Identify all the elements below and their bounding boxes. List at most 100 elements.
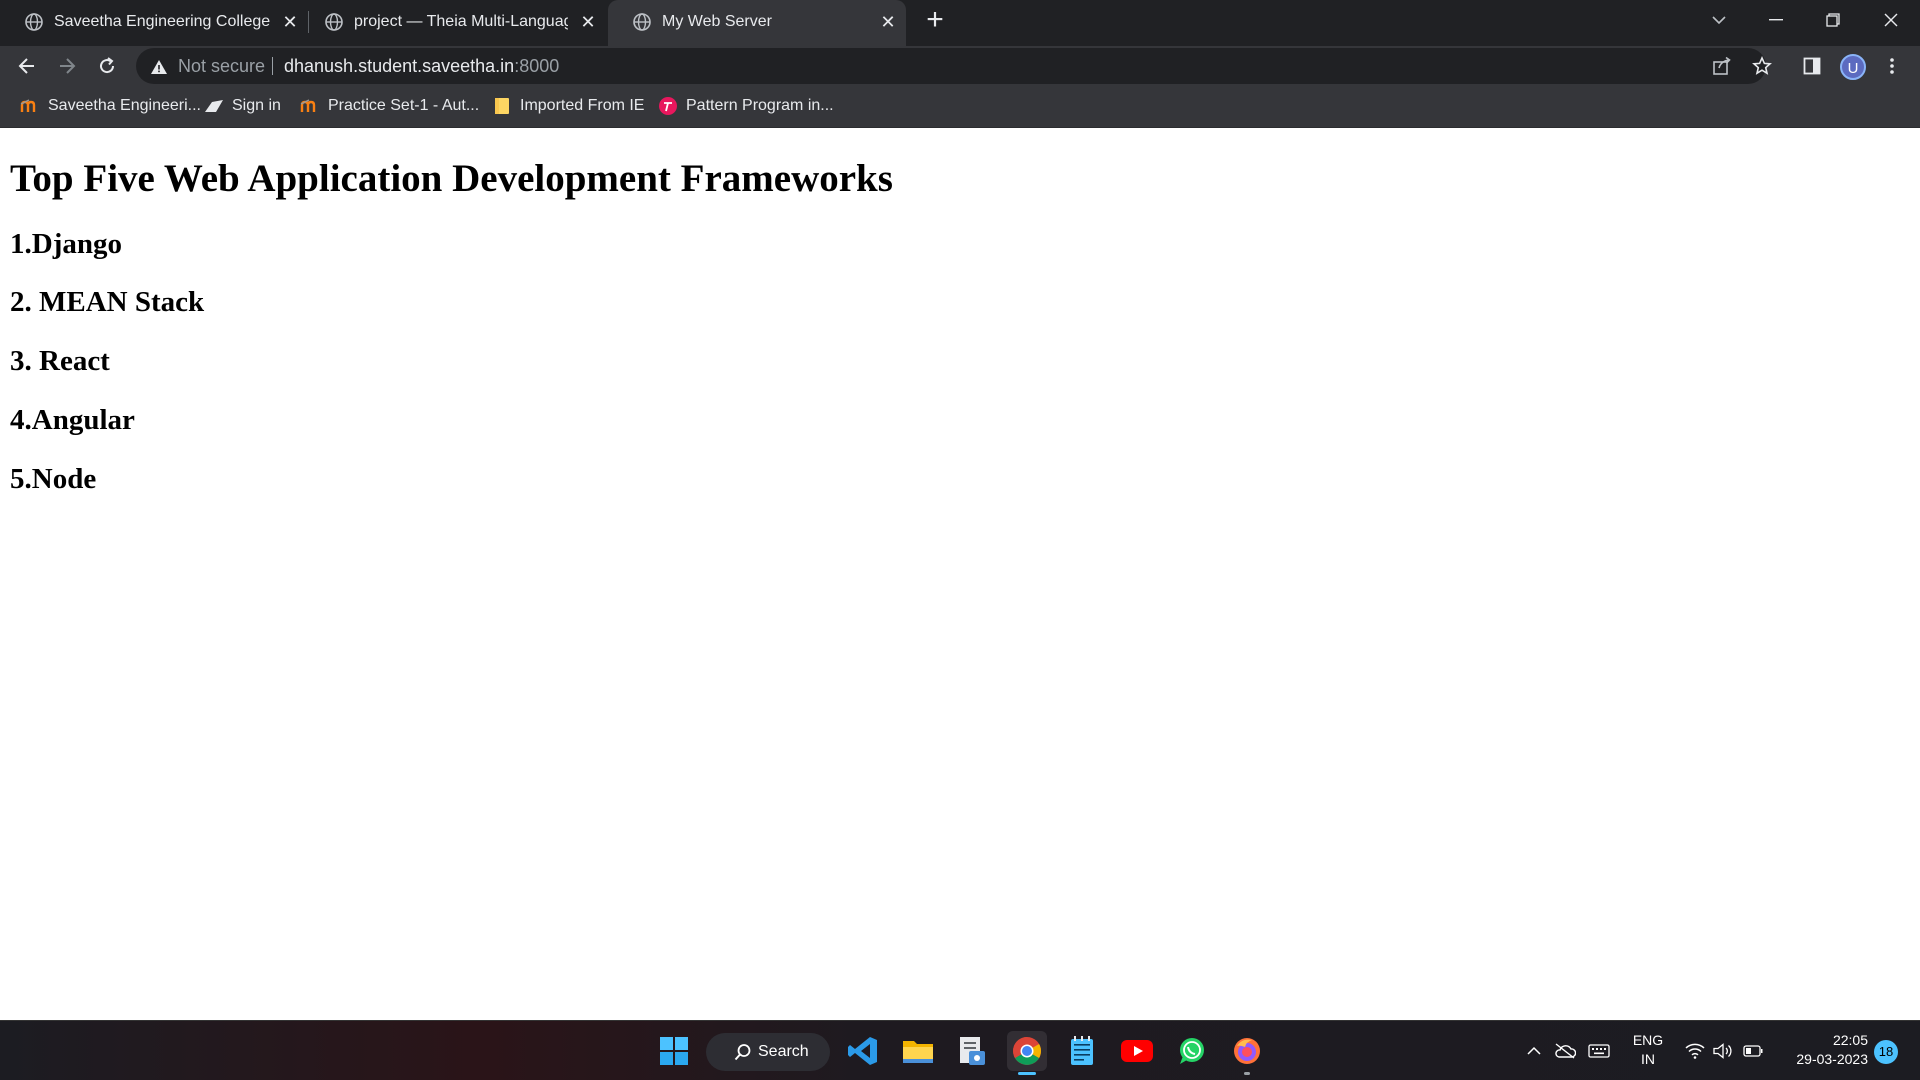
sign-in-icon [204, 96, 224, 116]
bookmark-practice-set[interactable]: Practice Set-1 - Aut... [300, 86, 479, 126]
web-page: Top Five Web Application Development Fra… [0, 128, 1920, 1020]
tab-close-icon[interactable]: ✕ [876, 10, 900, 34]
speaker-icon [1713, 1043, 1732, 1059]
minimize-button[interactable] [1747, 0, 1805, 40]
forward-button[interactable] [51, 50, 83, 82]
clock-time: 22:05 [1832, 1032, 1868, 1048]
globe-icon [25, 13, 43, 31]
framework-item: 4.Angular [10, 404, 135, 436]
firefox-icon [1234, 1038, 1260, 1064]
framework-item: 2. MEAN Stack [10, 286, 205, 318]
tab-title: Saveetha Engineering College [54, 13, 271, 30]
onedrive-status[interactable] [1552, 1021, 1578, 1080]
arrow-right-icon [60, 58, 76, 74]
reload-icon [100, 57, 115, 74]
framework-item: 3. React [10, 345, 110, 377]
bookmark-pattern-program[interactable]: Pattern Program in... [658, 86, 834, 126]
restore-button[interactable] [1804, 0, 1862, 40]
bookmark-label: Imported From IE [520, 97, 645, 114]
arrow-left-icon [18, 58, 34, 74]
share-button[interactable] [1706, 50, 1738, 82]
bookmark-saveetha[interactable]: Saveetha Engineeri... [20, 86, 201, 126]
moodle-icon [300, 96, 320, 116]
address-divider [272, 57, 273, 75]
framework-item: 5.Node [10, 463, 97, 495]
taskbar: Search ENG IN 22:05 29-03-2023 [0, 1020, 1920, 1080]
moodle-icon [20, 96, 40, 116]
bookmarks-bar: Saveetha Engineeri... Sign in Practice S… [0, 86, 1920, 128]
language-code: ENG [1632, 1032, 1664, 1048]
battery-icon [1743, 1045, 1763, 1057]
taskbar-firefox[interactable] [1227, 1031, 1267, 1075]
warning-icon[interactable] [150, 58, 168, 76]
tab-search-button[interactable] [1690, 0, 1748, 40]
whatsapp-icon [1180, 1038, 1204, 1064]
bookmark-sign-in[interactable]: Sign in [204, 86, 281, 126]
tab-close-icon[interactable]: ✕ [278, 10, 302, 34]
close-window-button[interactable] [1862, 0, 1920, 40]
security-label[interactable]: Not secure [178, 48, 265, 84]
reload-button[interactable] [91, 50, 123, 82]
chrome-icon [1013, 1037, 1041, 1065]
tab-theia[interactable]: project — Theia Multi-Language ✕ [300, 0, 605, 43]
taskbar-notepad[interactable] [1062, 1031, 1102, 1071]
region-code: IN [1641, 1051, 1655, 1067]
url-text[interactable]: dhanush.student.saveetha.in:8000 [284, 48, 559, 84]
tab-close-icon[interactable]: ✕ [576, 10, 600, 34]
back-button[interactable] [11, 50, 43, 82]
clock[interactable]: 22:05 29-03-2023 [1776, 1031, 1868, 1069]
notification-badge[interactable]: 18 [1874, 1040, 1898, 1064]
profile-avatar[interactable]: U [1840, 54, 1866, 80]
pattern-icon [658, 96, 678, 116]
folder-icon [492, 96, 512, 116]
page-heading: Top Five Web Application Development Fra… [10, 157, 893, 200]
taskbar-search[interactable]: Search [706, 1033, 830, 1071]
start-button[interactable] [654, 1031, 694, 1071]
touch-keyboard-button[interactable] [1586, 1021, 1612, 1080]
tab-strip: Saveetha Engineering College ✕ project —… [0, 0, 1920, 46]
tab-saveetha[interactable]: Saveetha Engineering College ✕ [0, 0, 305, 43]
tab-my-web-server[interactable]: My Web Server ✕ [608, 0, 906, 46]
document-icon [960, 1037, 985, 1065]
bookmark-label: Pattern Program in... [686, 97, 834, 114]
active-indicator [1018, 1072, 1036, 1075]
battery-status[interactable] [1740, 1021, 1766, 1080]
search-icon [734, 1044, 751, 1061]
chevron-down-icon [1712, 16, 1726, 25]
language-indicator[interactable]: ENG IN [1626, 1031, 1670, 1069]
side-panel-button[interactable] [1796, 50, 1828, 82]
volume-control[interactable] [1710, 1021, 1736, 1080]
url-port: :8000 [514, 56, 560, 76]
new-tab-button[interactable]: + [920, 5, 950, 36]
bookmark-imported-from-ie[interactable]: Imported From IE [492, 86, 644, 126]
taskbar-file-app[interactable] [952, 1031, 992, 1071]
search-label: Search [758, 1043, 809, 1060]
menu-button[interactable] [1876, 50, 1908, 82]
globe-icon [633, 13, 651, 31]
clock-date: 29-03-2023 [1796, 1051, 1868, 1067]
taskbar-whatsapp[interactable] [1172, 1031, 1212, 1071]
taskbar-file-explorer[interactable] [898, 1031, 938, 1071]
share-icon [1713, 56, 1731, 75]
taskbar-vscode[interactable] [843, 1031, 883, 1071]
notepad-icon [1071, 1036, 1093, 1065]
bookmark-label: Sign in [232, 97, 281, 114]
youtube-icon [1121, 1040, 1153, 1062]
kebab-menu-icon [1890, 58, 1894, 74]
folder-icon [903, 1041, 933, 1063]
show-hidden-icons-button[interactable] [1522, 1021, 1546, 1080]
address-bar[interactable]: Not secure dhanush.student.saveetha.in:8… [136, 48, 1766, 84]
bookmark-label: Practice Set-1 - Aut... [328, 97, 480, 114]
bookmark-star-button[interactable] [1746, 50, 1778, 82]
chevron-up-icon [1527, 1046, 1541, 1055]
browser-toolbar: Not secure dhanush.student.saveetha.in:8… [0, 46, 1920, 86]
cloud-off-icon [1555, 1043, 1576, 1059]
minimize-icon [1769, 19, 1783, 21]
bookmark-label: Saveetha Engineeri... [48, 97, 201, 114]
taskbar-chrome[interactable] [1007, 1031, 1047, 1075]
wifi-status[interactable] [1682, 1021, 1708, 1080]
taskbar-youtube[interactable] [1117, 1031, 1157, 1071]
close-icon [1884, 13, 1898, 27]
keyboard-icon [1588, 1044, 1610, 1058]
windows-icon [660, 1037, 688, 1065]
